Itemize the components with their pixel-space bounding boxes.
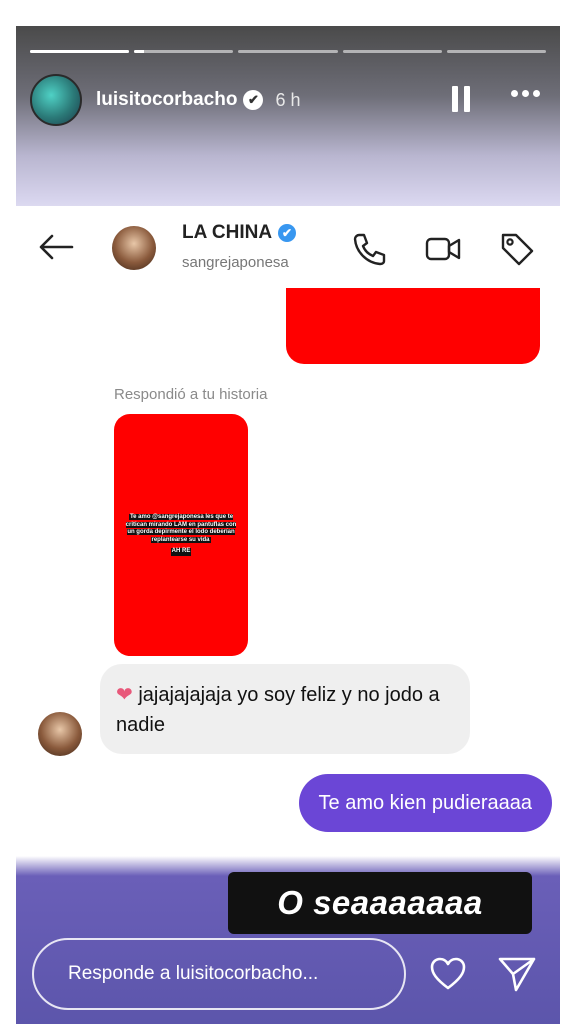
progress-segment [238, 50, 338, 53]
dm-contact-name-text: LA CHINA [182, 222, 273, 243]
verified-badge-icon: ✔ [278, 224, 297, 242]
story-username[interactable]: luisitocorbacho [96, 89, 237, 111]
story-frame: luisitocorbacho ✔ 6 h LA CHINA ✔ sangrej… [16, 26, 560, 1024]
tag-icon[interactable] [498, 230, 536, 268]
story-text-overlay: O seaaaaaaa [228, 872, 532, 934]
outgoing-message-bubble[interactable]: Te amo kien pudieraaaa [298, 774, 552, 832]
story-progress [30, 50, 547, 53]
story-avatar[interactable] [30, 74, 82, 126]
incoming-message-bubble[interactable]: ❤ jajajajajaja yo soy feliz y no jodo a … [100, 664, 470, 754]
progress-segment [342, 50, 442, 53]
progress-segment [446, 50, 547, 53]
back-arrow-icon[interactable] [36, 232, 76, 262]
dm-header: LA CHINA ✔ sangrejaponesa [16, 206, 560, 292]
dm-contact-name[interactable]: LA CHINA ✔ [182, 222, 297, 244]
video-call-icon[interactable] [424, 230, 462, 268]
story-thumbnail-caption: Te amo @sangrejaponesa les que te critic… [125, 514, 237, 556]
story-reply-input[interactable]: Responde a luisitocorbacho... [32, 938, 406, 1010]
pause-icon[interactable] [452, 86, 470, 112]
verified-badge-icon: ✔ [243, 90, 264, 110]
heart-emoji-icon: ❤ [116, 684, 133, 706]
story-time: 6 h [275, 89, 301, 110]
progress-segment [134, 50, 234, 53]
reply-placeholder: Responde a luisitocorbacho... [68, 963, 319, 984]
replied-to-story-label: Respondió a tu historia [114, 386, 268, 403]
progress-segment [30, 50, 130, 53]
story-reply-thumbnail[interactable]: Te amo @sangrejaponesa les que te critic… [114, 414, 248, 656]
send-icon[interactable] [496, 954, 538, 994]
like-heart-icon[interactable] [428, 954, 468, 994]
dm-avatar[interactable] [112, 226, 156, 270]
phone-call-icon[interactable] [350, 230, 388, 268]
outgoing-message-text: Te amo kien pudieraaaa [318, 791, 532, 814]
sender-avatar[interactable] [38, 712, 82, 756]
redacted-message-block [286, 288, 540, 364]
incoming-message-text: jajajajajaja yo soy feliz y no jodo a na… [116, 684, 440, 736]
dm-contact-handle: sangrejaponesa [182, 254, 289, 271]
story-header: luisitocorbacho ✔ 6 h [30, 72, 546, 128]
more-options-icon[interactable] [511, 90, 540, 97]
